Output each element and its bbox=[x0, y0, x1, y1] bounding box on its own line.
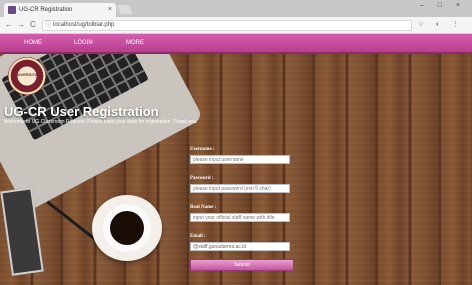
favicon-icon bbox=[8, 6, 16, 14]
page-title: UG-CR User Registration bbox=[4, 104, 159, 119]
nav-more-link[interactable]: MORE bbox=[126, 40, 144, 46]
back-arrow-icon[interactable]: ← bbox=[5, 20, 13, 29]
browser-toolbar: ← → C ⓘ localhost/ug/tolbiar.php ☆ ◐ ⋮ bbox=[0, 17, 472, 34]
realname-input[interactable] bbox=[190, 213, 290, 222]
tab-title: UG-CR Registration bbox=[19, 7, 73, 13]
toolbar-icons[interactable]: ☆ ◐ ⋮ bbox=[418, 20, 464, 28]
registration-form: Username : Password : Real Name : Email … bbox=[190, 147, 300, 271]
email-label: Email : bbox=[190, 234, 206, 239]
logo-text: UNIVERSITAS bbox=[13, 72, 41, 77]
page-subtitle: Welcome to UG Classroom Request. Please … bbox=[4, 119, 198, 125]
address-bar[interactable]: ⓘ localhost/ug/tolbiar.php bbox=[42, 20, 412, 31]
tab-ug-cr-registration[interactable]: UG-CR Registration × bbox=[4, 3, 116, 17]
email-input[interactable] bbox=[190, 242, 290, 251]
forward-arrow-icon[interactable]: → bbox=[17, 20, 25, 29]
password-input[interactable] bbox=[190, 184, 290, 193]
submit-button[interactable]: Submit bbox=[190, 259, 294, 271]
info-icon[interactable]: ⓘ bbox=[45, 21, 51, 30]
username-label: Username : bbox=[190, 147, 215, 152]
address-bar-url: localhost/ug/tolbiar.php bbox=[53, 22, 115, 28]
page-content: UNIVERSITAS UG-CR User Registration Welc… bbox=[0, 54, 472, 285]
close-tab-icon[interactable]: × bbox=[108, 3, 112, 17]
username-input[interactable] bbox=[190, 155, 290, 164]
reload-icon[interactable]: C bbox=[30, 20, 36, 29]
browser-tab-strip: UG-CR Registration × – □ × bbox=[0, 0, 472, 17]
new-tab-button[interactable] bbox=[117, 5, 133, 14]
site-navbar: HOME LOGIN MORE bbox=[0, 34, 472, 54]
window-controls[interactable]: – □ × bbox=[420, 2, 466, 9]
password-label: Password : bbox=[190, 176, 214, 181]
nav-login-link[interactable]: LOGIN bbox=[74, 40, 93, 46]
nav-home-link[interactable]: HOME bbox=[24, 40, 42, 46]
realname-label: Real Name : bbox=[190, 205, 217, 210]
university-logo: UNIVERSITAS bbox=[8, 57, 46, 95]
coffee-decoration bbox=[110, 211, 144, 245]
